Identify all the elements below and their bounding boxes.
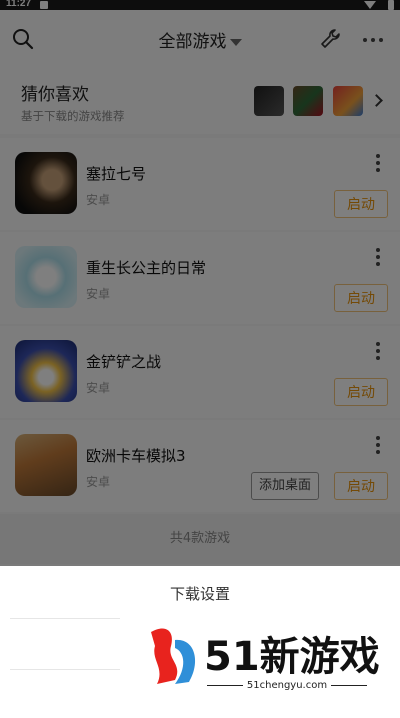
game-list-screen: 11:27 全部游戏 猜你喜欢 基于下载的游戏推荐 塞拉七号 (0, 0, 400, 718)
dim-overlay[interactable] (0, 0, 400, 566)
watermark-logo (151, 628, 196, 684)
watermark: 51新游戏 51chengyu.com (140, 618, 380, 696)
divider (10, 669, 120, 670)
divider (10, 618, 120, 619)
watermark-brand: 51新游戏 (204, 634, 380, 680)
watermark-url: 51chengyu.com (202, 680, 372, 691)
sheet-title: 下载设置 (169, 585, 230, 603)
